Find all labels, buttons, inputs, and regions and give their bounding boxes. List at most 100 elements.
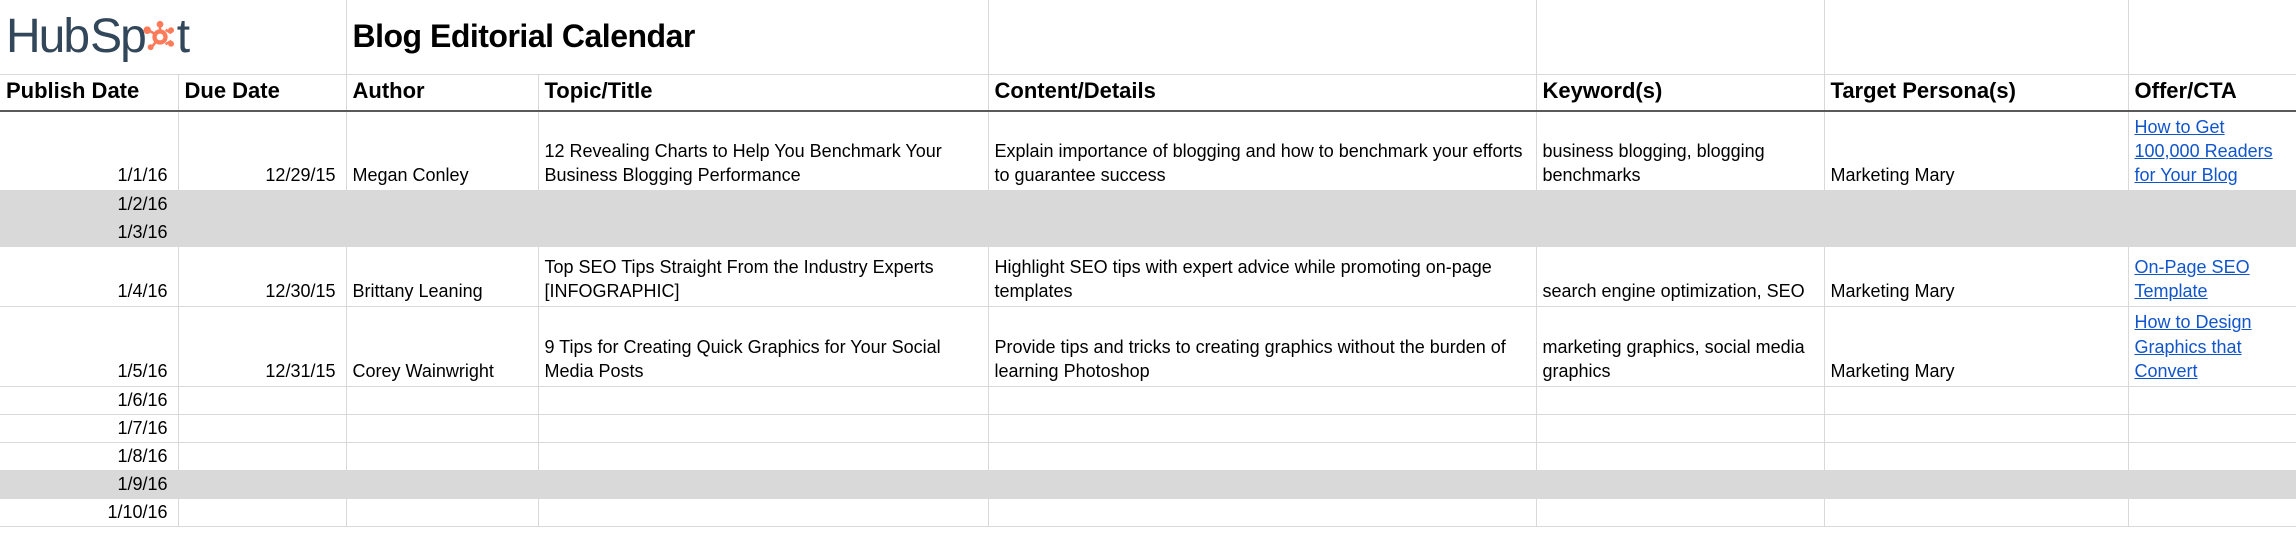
cell-due-date[interactable] — [178, 443, 346, 471]
cell-topic[interactable] — [538, 219, 988, 247]
cell-due-date[interactable] — [178, 499, 346, 527]
cell-offer[interactable] — [2128, 471, 2296, 499]
cell-topic[interactable] — [538, 443, 988, 471]
empty-cell[interactable] — [2128, 0, 2296, 74]
cell-details[interactable]: Explain importance of blogging and how t… — [988, 111, 1536, 191]
empty-cell[interactable] — [988, 0, 1536, 74]
cell-due-date[interactable] — [178, 387, 346, 415]
cell-author[interactable] — [346, 191, 538, 219]
cell-due-date[interactable] — [178, 415, 346, 443]
cell-publish-date[interactable]: 1/1/16 — [0, 111, 178, 191]
cell-keywords[interactable] — [1536, 471, 1824, 499]
cell-details[interactable] — [988, 499, 1536, 527]
cell-offer[interactable] — [2128, 443, 2296, 471]
col-header-topic[interactable]: Topic/Title — [538, 74, 988, 111]
cell-keywords[interactable] — [1536, 219, 1824, 247]
cell-keywords[interactable] — [1536, 499, 1824, 527]
cell-publish-date[interactable]: 1/9/16 — [0, 471, 178, 499]
cell-details[interactable] — [988, 191, 1536, 219]
cell-due-date[interactable] — [178, 219, 346, 247]
cell-keywords[interactable]: search engine optimization, SEO — [1536, 247, 1824, 307]
cell-publish-date[interactable]: 1/6/16 — [0, 387, 178, 415]
offer-link[interactable]: On-Page SEO Template — [2135, 257, 2250, 301]
cell-topic[interactable] — [538, 471, 988, 499]
cell-persona[interactable] — [1824, 443, 2128, 471]
cell-author[interactable] — [346, 471, 538, 499]
cell-offer[interactable] — [2128, 191, 2296, 219]
cell-topic[interactable] — [538, 387, 988, 415]
cell-publish-date[interactable]: 1/2/16 — [0, 191, 178, 219]
offer-link[interactable]: How to Get 100,000 Readers for Your Blog — [2135, 117, 2273, 186]
cell-topic[interactable] — [538, 499, 988, 527]
cell-details[interactable] — [988, 415, 1536, 443]
offer-link[interactable]: How to Design Graphics that Convert — [2135, 312, 2252, 381]
cell-persona[interactable] — [1824, 415, 2128, 443]
cell-author[interactable] — [346, 415, 538, 443]
cell-details[interactable] — [988, 471, 1536, 499]
cell-persona[interactable]: Marketing Mary — [1824, 111, 2128, 191]
empty-cell[interactable] — [1536, 0, 1824, 74]
col-header-keywords[interactable]: Keyword(s) — [1536, 74, 1824, 111]
logo-text-sp: Sp — [90, 9, 145, 64]
cell-persona[interactable] — [1824, 471, 2128, 499]
cell-publish-date[interactable]: 1/10/16 — [0, 499, 178, 527]
cell-due-date[interactable] — [178, 471, 346, 499]
cell-persona[interactable] — [1824, 191, 2128, 219]
cell-persona[interactable] — [1824, 219, 2128, 247]
cell-publish-date[interactable]: 1/3/16 — [0, 219, 178, 247]
cell-author[interactable]: Brittany Leaning — [346, 247, 538, 307]
cell-persona[interactable]: Marketing Mary — [1824, 307, 2128, 387]
cell-publish-date[interactable]: 1/4/16 — [0, 247, 178, 307]
cell-keywords[interactable]: business blogging, blogging benchmarks — [1536, 111, 1824, 191]
col-header-persona[interactable]: Target Persona(s) — [1824, 74, 2128, 111]
cell-author[interactable] — [346, 499, 538, 527]
cell-topic[interactable]: Top SEO Tips Straight From the Industry … — [538, 247, 988, 307]
cell-details[interactable]: Provide tips and tricks to creating grap… — [988, 307, 1536, 387]
cell-due-date[interactable] — [178, 191, 346, 219]
cell-keywords[interactable]: marketing graphics, social media graphic… — [1536, 307, 1824, 387]
cell-details[interactable] — [988, 219, 1536, 247]
cell-publish-date[interactable]: 1/7/16 — [0, 415, 178, 443]
cell-keywords[interactable] — [1536, 191, 1824, 219]
table-row: 1/8/16 — [0, 443, 2296, 471]
table-row: 1/3/16 — [0, 219, 2296, 247]
cell-offer[interactable]: How to Get 100,000 Readers for Your Blog — [2128, 111, 2296, 191]
cell-topic[interactable]: 9 Tips for Creating Quick Graphics for Y… — [538, 307, 988, 387]
cell-details[interactable] — [988, 387, 1536, 415]
cell-keywords[interactable] — [1536, 443, 1824, 471]
cell-persona[interactable] — [1824, 499, 2128, 527]
col-header-offer[interactable]: Offer/CTA — [2128, 74, 2296, 111]
col-header-author[interactable]: Author — [346, 74, 538, 111]
cell-keywords[interactable] — [1536, 415, 1824, 443]
page-title-cell[interactable]: Blog Editorial Calendar — [346, 0, 988, 74]
cell-keywords[interactable] — [1536, 387, 1824, 415]
cell-author[interactable]: Megan Conley — [346, 111, 538, 191]
cell-due-date[interactable]: 12/29/15 — [178, 111, 346, 191]
empty-cell[interactable] — [1824, 0, 2128, 74]
cell-persona[interactable] — [1824, 387, 2128, 415]
cell-offer[interactable] — [2128, 499, 2296, 527]
calendar-spreadsheet[interactable]: Hub Sp — [0, 0, 2296, 527]
cell-topic[interactable]: 12 Revealing Charts to Help You Benchmar… — [538, 111, 988, 191]
cell-publish-date[interactable]: 1/8/16 — [0, 443, 178, 471]
cell-persona[interactable]: Marketing Mary — [1824, 247, 2128, 307]
cell-details[interactable]: Highlight SEO tips with expert advice wh… — [988, 247, 1536, 307]
col-header-details[interactable]: Content/Details — [988, 74, 1536, 111]
cell-topic[interactable] — [538, 191, 988, 219]
cell-author[interactable] — [346, 443, 538, 471]
cell-author[interactable] — [346, 219, 538, 247]
cell-offer[interactable] — [2128, 415, 2296, 443]
cell-offer[interactable] — [2128, 219, 2296, 247]
col-header-due-date[interactable]: Due Date — [178, 74, 346, 111]
cell-details[interactable] — [988, 443, 1536, 471]
cell-author[interactable] — [346, 387, 538, 415]
cell-publish-date[interactable]: 1/5/16 — [0, 307, 178, 387]
cell-offer[interactable]: How to Design Graphics that Convert — [2128, 307, 2296, 387]
cell-author[interactable]: Corey Wainwright — [346, 307, 538, 387]
cell-due-date[interactable]: 12/31/15 — [178, 307, 346, 387]
cell-offer[interactable]: On-Page SEO Template — [2128, 247, 2296, 307]
col-header-publish-date[interactable]: Publish Date — [0, 74, 178, 111]
cell-due-date[interactable]: 12/30/15 — [178, 247, 346, 307]
cell-offer[interactable] — [2128, 387, 2296, 415]
cell-topic[interactable] — [538, 415, 988, 443]
